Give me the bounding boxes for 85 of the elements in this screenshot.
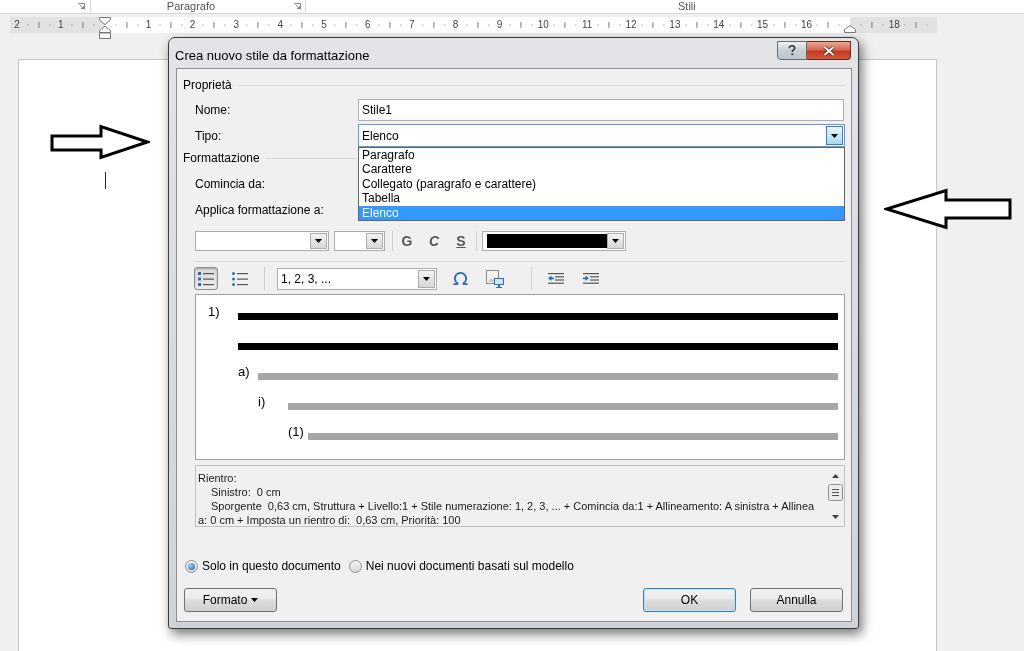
close-button[interactable] [807, 41, 851, 60]
ribbon-group-label: Paragrafo [165, 0, 217, 13]
caret-down-icon [251, 598, 259, 602]
font-style-button[interactable]: G [396, 231, 418, 251]
dialog-button[interactable]: Annulla [750, 588, 843, 612]
scroll-down-arrow-icon[interactable] [831, 515, 839, 519]
dropdown-button[interactable] [366, 233, 383, 249]
field-label: Nome: [195, 103, 231, 117]
dropdown-button[interactable] [607, 233, 624, 249]
ruler-number: 15 [756, 18, 770, 32]
dropdown-button[interactable] [418, 269, 435, 288]
ruler-number: 16 [799, 18, 814, 32]
scrollbar-thumb[interactable] [827, 484, 843, 501]
dropdown-button[interactable] [826, 126, 843, 145]
field-label: Comincia da: [195, 175, 266, 193]
scroll-up-arrow-icon[interactable] [831, 474, 839, 478]
indent-marker-icon[interactable] [97, 17, 112, 39]
picture-icon [486, 269, 504, 288]
section-heading: Formattazione [183, 151, 260, 165]
insert-picture-button[interactable] [484, 267, 506, 290]
ruler-number: 8 [451, 18, 460, 32]
description-line: Sinistro: 0 cm [211, 485, 281, 499]
caret-down-icon [315, 239, 322, 243]
ruler-number: 12 [624, 18, 638, 32]
dialog-launcher-icon[interactable] [294, 3, 301, 10]
ruler-number: 10 [536, 18, 550, 32]
font-style-button[interactable]: S [450, 231, 472, 251]
list-number: i) [258, 394, 266, 409]
radio-button[interactable] [185, 559, 198, 573]
ruler-number: 11 [580, 18, 594, 32]
caret-down-icon [831, 133, 838, 138]
increase-indent-icon [583, 273, 599, 284]
question-mark-icon [788, 45, 796, 56]
ruler-number: 18 [887, 18, 901, 32]
dropdown-button[interactable] [310, 233, 327, 249]
ruler-number: 14 [712, 18, 726, 32]
ruler-number: 9 [495, 18, 504, 32]
text-cursor [105, 172, 106, 189]
dropdown-option[interactable]: Collegato (paragrafo e carattere) [359, 176, 844, 192]
caret-down-icon [612, 239, 619, 243]
dropdown-option[interactable]: Paragrafo [359, 148, 844, 163]
ruler-number: 2 [13, 18, 21, 32]
dialog-title: Crea nuovo stile da formattazione [175, 48, 370, 63]
close-icon [822, 45, 835, 56]
ruler-number: 1 [144, 18, 153, 32]
list-number: a) [238, 364, 250, 379]
ruler-number: 13 [668, 18, 682, 32]
description-line: a: 0 cm + Imposta un rientro di: 0,63 cm, Priorità: 100 [198, 513, 461, 527]
bulleted-list-icon [232, 271, 248, 286]
ruler-number: 3 [232, 18, 241, 32]
dialog-launcher-icon[interactable] [78, 3, 85, 10]
ruler-number: 6 [364, 18, 372, 32]
ruler-number: 4 [276, 18, 284, 32]
ruler-number: 2 [188, 18, 197, 32]
format-button[interactable]: Formato [184, 588, 277, 612]
right-indent-marker-icon[interactable] [843, 25, 858, 33]
description-line: Rientro: [198, 471, 237, 485]
ribbon-group-label: Stili [678, 0, 696, 13]
dialog-button[interactable]: OK [643, 588, 736, 612]
numbered-list-icon [198, 271, 214, 286]
ruler-number: 5 [320, 18, 328, 32]
radio-label[interactable]: Nei nuovi documenti basati sul modello [365, 559, 574, 573]
radio-label[interactable]: Solo in questo documento [202, 559, 341, 573]
radio-button[interactable] [348, 559, 362, 573]
dropdown-option[interactable]: Tabella [359, 191, 844, 206]
field-label: Applica formattazione a: [195, 201, 324, 219]
help-button[interactable] [777, 41, 807, 60]
field-label: Tipo: [195, 128, 222, 143]
font-style-button[interactable]: C [423, 231, 445, 251]
list-number: (1) [288, 424, 304, 439]
name-input[interactable]: Stile1 [358, 99, 844, 121]
ruler-number: 1 [57, 18, 65, 32]
list-number: 1) [208, 304, 220, 319]
numbering-style-combobox[interactable]: 1, 2, 3, ... [277, 267, 437, 290]
decrease-indent-icon [548, 273, 564, 284]
caret-down-icon [423, 276, 430, 281]
section-heading: Proprietà [183, 78, 232, 92]
font-color-combobox[interactable] [482, 231, 626, 251]
caret-down-icon [371, 239, 378, 243]
description-line: Sporgente 0,63 cm, Struttura + Livello:1 + Stile numerazione: 1, 2, 3, ... + Comincia da:1 + Allineamento: A sinistra + Allinea [211, 499, 815, 513]
ruler-number: 7 [407, 18, 416, 32]
omega-icon [451, 270, 469, 287]
dropdown-option[interactable]: Carattere [359, 162, 844, 177]
type-combobox[interactable]: Elenco [358, 124, 845, 147]
numbered-list-button[interactable] [194, 267, 218, 290]
